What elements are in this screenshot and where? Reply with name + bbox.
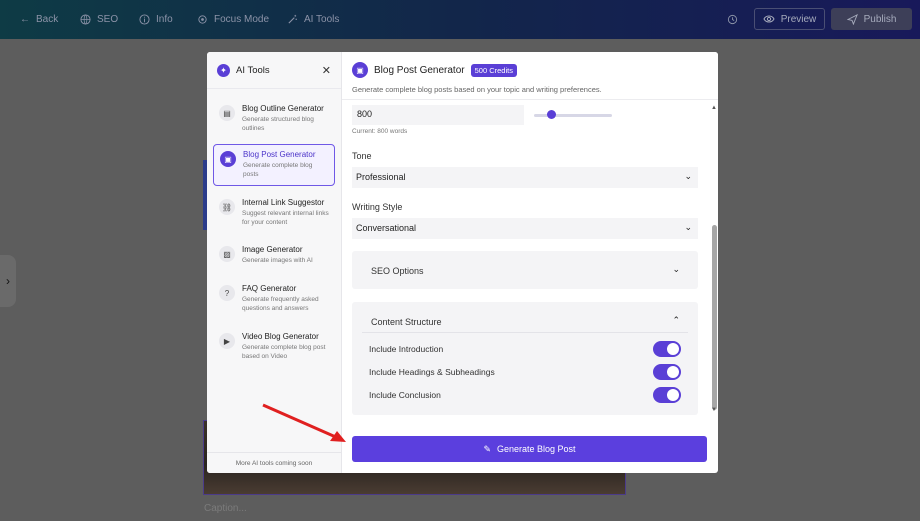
globe-icon — [80, 14, 91, 25]
preview-button[interactable]: Preview — [754, 8, 825, 30]
focus-mode-button[interactable]: Focus Mode — [197, 0, 269, 39]
link-icon: ⛓ — [219, 199, 235, 215]
arrow-left-icon: ← — [20, 14, 30, 25]
info-button[interactable]: Info — [139, 0, 173, 39]
generate-blog-post-button[interactable]: ✎ Generate Blog Post — [352, 436, 707, 462]
seo-options-accordion[interactable]: SEO Options ⌄ — [352, 251, 698, 289]
panel-header: ▣ Blog Post Generator 500 Credits Genera… — [342, 52, 718, 100]
chevron-up-icon[interactable]: ⌃ — [672, 315, 680, 326]
panel-subtitle: Generate complete blog posts based on yo… — [352, 85, 602, 94]
magic-wand-icon — [288, 14, 297, 24]
close-icon[interactable]: ✕ — [322, 64, 331, 77]
tool-faq-generator[interactable]: ? FAQ Generator Generate frequently asked… — [213, 279, 335, 317]
image-icon: ▨ — [219, 246, 235, 262]
scroll-up-icon[interactable]: ▲ — [711, 105, 717, 111]
seo-button[interactable]: SEO — [80, 0, 118, 39]
word-count-hint: Current: 800 words — [352, 128, 408, 135]
toggle-row-introduction: Include Introduction — [369, 341, 681, 357]
form-scrollbar[interactable]: ▲ ▼ — [710, 105, 718, 415]
info-icon — [139, 14, 150, 25]
tool-video-blog-generator[interactable]: ▶ Video Blog Generator Generate complete … — [213, 327, 335, 365]
generator-form: 800 Current: 800 words Tone Professional… — [352, 105, 698, 432]
divider — [362, 332, 688, 333]
question-icon: ? — [219, 285, 235, 301]
annotation-arrow — [262, 403, 346, 442]
tone-label: Tone — [352, 151, 372, 161]
history-button[interactable] — [727, 0, 738, 39]
eye-icon — [763, 15, 775, 23]
tool-image-generator[interactable]: ▨ Image Generator Generate images with AI — [213, 240, 335, 269]
focus-icon — [198, 15, 207, 24]
blog-post-icon: ▣ — [220, 151, 236, 167]
sidebar-toggle[interactable]: › — [0, 255, 16, 307]
chevron-right-icon: › — [6, 274, 10, 288]
chevron-down-icon: ⌄ — [684, 222, 692, 232]
toggle-row-headings: Include Headings & Subheadings — [369, 364, 681, 380]
credits-badge: 500 Credits — [470, 63, 517, 77]
history-icon — [727, 14, 738, 25]
tone-select[interactable]: Professional ⌄ — [352, 167, 698, 188]
content-structure-title[interactable]: Content Structure — [371, 317, 442, 327]
chevron-down-icon: ⌄ — [684, 171, 692, 181]
sidebar-title: AI Tools — [236, 64, 270, 76]
blog-post-icon: ▣ — [352, 62, 368, 78]
word-count-slider[interactable] — [534, 114, 612, 117]
include-headings-toggle[interactable] — [653, 364, 681, 380]
ai-tools-logo-icon: ✦ — [217, 63, 230, 77]
scroll-down-icon[interactable]: ▼ — [711, 407, 717, 413]
tool-blog-outline-generator[interactable]: ▤ Blog Outline Generator Generate structu… — [213, 99, 335, 137]
panel-title: Blog Post Generator — [374, 64, 465, 76]
publish-button[interactable]: Publish — [831, 8, 912, 30]
scrollbar-thumb[interactable] — [712, 225, 717, 410]
chevron-down-icon: ⌄ — [672, 264, 680, 274]
document-icon: ▤ — [219, 105, 235, 121]
toggle-row-conclusion: Include Conclusion — [369, 387, 681, 403]
word-count-input[interactable]: 800 — [352, 105, 524, 125]
writing-style-select[interactable]: Conversational ⌄ — [352, 218, 698, 239]
slider-handle[interactable] — [547, 110, 556, 119]
magic-wand-icon: ✎ — [483, 443, 491, 454]
caption-input[interactable]: Caption... — [204, 503, 247, 514]
back-button[interactable]: ← Back — [20, 0, 58, 39]
tool-internal-link-suggestor[interactable]: ⛓ Internal Link Suggestor Suggest relevan… — [213, 193, 335, 231]
send-icon — [846, 13, 858, 25]
include-conclusion-toggle[interactable] — [653, 387, 681, 403]
writing-style-label: Writing Style — [352, 202, 403, 212]
ai-tools-button[interactable]: AI Tools — [287, 0, 339, 39]
sidebar-footer: More AI tools coming soon — [207, 452, 341, 473]
sidebar-header: ✦ AI Tools ✕ — [207, 52, 341, 89]
content-structure-accordion: Content Structure ⌃ Include Introduction… — [352, 302, 698, 415]
top-bar: ← Back SEO Info Focus Mode AI Tools Prev… — [0, 0, 920, 39]
tool-panel: ▣ Blog Post Generator 500 Credits Genera… — [342, 52, 718, 473]
include-introduction-toggle[interactable] — [653, 341, 681, 357]
tool-blog-post-generator[interactable]: ▣ Blog Post Generator Generate complete b… — [213, 144, 335, 186]
video-icon: ▶ — [219, 333, 235, 349]
